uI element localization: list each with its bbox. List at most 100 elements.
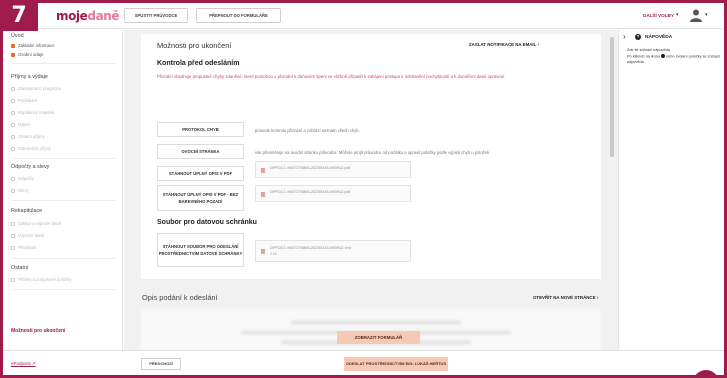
sidebar-item-employment[interactable]: Zaměstnání, prognóza bbox=[11, 86, 61, 91]
checkbox-checked-icon bbox=[11, 52, 15, 57]
checkbox-icon bbox=[11, 176, 15, 181]
checkbox-icon bbox=[11, 86, 15, 91]
chat-bubble-icon[interactable] bbox=[693, 370, 719, 375]
help-text: Zde se zobrazí nápověda bbox=[627, 48, 670, 52]
mojedane-logo[interactable]: mojedaně bbox=[56, 9, 120, 23]
checkbox-icon bbox=[11, 221, 15, 226]
checkbox-icon bbox=[11, 277, 15, 282]
download-pdf-button[interactable]: STÁHNOUT ÚPLNÝ OPIS V PDF bbox=[157, 166, 244, 181]
sidebar-section-title[interactable]: Příjmy a výdaje bbox=[11, 74, 48, 80]
pdf-file-icon bbox=[261, 168, 265, 173]
sidebar-item-finish-options[interactable]: Možnosti pro ukončení bbox=[11, 328, 65, 334]
download-databox-file-button[interactable]: STÁHNOUT SOUBOR PRO ODESLÁNÍ PROSTŘEDNIC… bbox=[157, 233, 244, 267]
sidebar-item-label: Zahraniční příjmy bbox=[18, 146, 52, 151]
checkbox-icon bbox=[11, 98, 15, 103]
divider bbox=[11, 158, 115, 159]
more-options-menu[interactable]: DALŠÍ VOLBY bbox=[643, 13, 674, 18]
top-header: mojedaně SPUSTIT PRŮVODCE PŘEPNOUT DO FO… bbox=[3, 3, 724, 29]
sidebar-item-other-income[interactable]: Ostatní příjmy bbox=[11, 134, 45, 139]
checkbox-icon bbox=[11, 134, 15, 139]
sidebar-item-rent[interactable]: Nájem bbox=[11, 122, 30, 127]
step-number-badge: 7 bbox=[0, 0, 38, 31]
checkbox-checked-icon bbox=[11, 43, 15, 48]
chevron-down-icon[interactable]: ▾ bbox=[705, 12, 708, 18]
scrollbar[interactable] bbox=[610, 37, 614, 157]
action-description: provede kontrolu přiznání a zobrazí sezn… bbox=[255, 128, 360, 133]
section-title-databox: Soubor pro datovou schránku bbox=[157, 219, 257, 226]
sidebar-item-tax-base[interactable]: Základ a výpočet daně bbox=[11, 221, 61, 226]
sidebar-item-deductions[interactable]: Odpočty bbox=[11, 176, 34, 181]
pdf-file-icon bbox=[261, 192, 265, 197]
page-title: Možnosti pro ukončení bbox=[157, 41, 232, 50]
logo-part-moje: moje bbox=[56, 9, 88, 23]
checkbox-icon bbox=[11, 110, 15, 115]
send-via-eid-button[interactable]: ODESLAT PROSTŘEDNICTVÍM EID• LUKÁŠ HEŘTU… bbox=[344, 357, 448, 371]
logo-part-dane: daně bbox=[87, 9, 120, 23]
sidebar-item-label: Osobní údaje bbox=[18, 52, 44, 57]
sidebar-section-title[interactable]: Rekapitulace bbox=[11, 208, 42, 214]
divider bbox=[11, 258, 115, 259]
sidebar-navigation: Úvod Základní informace Osobní údaje Pří… bbox=[3, 30, 123, 350]
sidebar-section-title[interactable]: Úvod bbox=[11, 33, 24, 39]
section-title-preview: Opis podání k odeslání bbox=[142, 293, 218, 302]
open-in-new-page-link[interactable]: OTEVŘÍT NA NOVÉ STRÁNCE › bbox=[533, 295, 598, 300]
sidebar-item-personal-data[interactable]: Osobní údaje bbox=[11, 52, 44, 57]
checkbox-icon bbox=[11, 233, 15, 238]
sidebar-item-label: Základ a výpočet daně bbox=[18, 221, 62, 226]
sidebar-item-label: Výpočet daně bbox=[18, 233, 45, 238]
file-link[interactable]: DPFDC1-9007270866-20230316-090912.pdf bbox=[255, 161, 411, 178]
blurred-line bbox=[291, 321, 461, 324]
help-panel: › ? NÁPOVĚDA Zde se zobrazí nápověda Po … bbox=[618, 30, 724, 350]
sidebar-item-label: Slevy bbox=[18, 188, 29, 193]
sidebar-item-label: Přeplatek bbox=[18, 245, 37, 250]
sidebar-item-label: Ostatní příjmy bbox=[18, 134, 45, 139]
epodpora-link[interactable]: ePodpora ↗ bbox=[11, 361, 36, 367]
help-dot-icon bbox=[661, 54, 665, 58]
divider bbox=[11, 63, 115, 64]
sidebar-item-label: Základní informace bbox=[18, 43, 55, 48]
finish-options-card: Možnosti pro ukončení ZASLAT NOTIFIKACE … bbox=[141, 34, 601, 279]
warning-message: Přiznání obsahuje propustné chyby zdaněn… bbox=[157, 74, 506, 79]
sidebar-item-label: Kapitálový majetek bbox=[18, 110, 55, 115]
sidebar-item-foreign-income[interactable]: Zahraniční příjmy bbox=[11, 146, 51, 151]
action-description: vás přesměruje na úvodní stránku průvodc… bbox=[255, 150, 491, 155]
checkbox-icon bbox=[11, 245, 15, 250]
sidebar-item-label: Zaměstnání, prognóza bbox=[18, 86, 61, 91]
sidebar-item-tax-calc[interactable]: Výpočet daně bbox=[11, 233, 44, 238]
file-link[interactable]: DPFDC1-9007270866-20230316-090912.xml 5 … bbox=[255, 240, 411, 262]
help-text-part: Po kliknutí na ikonu bbox=[627, 54, 660, 59]
sidebar-item-attachments[interactable]: Přílohy a podpisové doložky bbox=[11, 277, 72, 282]
start-guide-button[interactable]: SPUSTIT PRŮVODCE bbox=[124, 8, 188, 23]
file-name: DPFDC1-9007270866-20230316-090912.xml bbox=[270, 245, 351, 250]
send-email-notifications-link[interactable]: ZASLAT NOTIFIKACE NA EMAIL › bbox=[469, 42, 539, 47]
divider bbox=[11, 289, 115, 290]
chevron-right-icon[interactable]: › bbox=[623, 32, 626, 41]
intro-page-button[interactable]: OVOCNÍ STRÁNKA bbox=[157, 144, 244, 159]
xml-file-icon bbox=[261, 249, 265, 254]
sidebar-item-overpayment[interactable]: Přeplatek bbox=[11, 245, 36, 250]
sidebar-item-basic-info[interactable]: Základní informace bbox=[11, 43, 55, 48]
chevron-down-icon[interactable]: ▾ bbox=[676, 12, 679, 18]
switch-to-form-button[interactable]: PŘEPNOUT DO FORMULÁŘE bbox=[196, 8, 281, 23]
epodpora-label: ePodpora bbox=[11, 361, 31, 366]
help-text: Po kliknutí na ikonu nebo zvolení položk… bbox=[627, 54, 723, 65]
download-pdf-no-background-button[interactable]: STÁHNOUT ÚPLNÝ OPIS V PDF - BEZ BAREVNÉH… bbox=[157, 185, 244, 211]
file-size: 5 kB bbox=[270, 252, 277, 256]
show-form-button[interactable]: ZOBRAZIT FORMULÁŘ bbox=[337, 331, 420, 344]
footer-bar: ePodpora ↗ PŘEDCHOZÍ ODESLAT PROSTŘEDNIC… bbox=[3, 350, 724, 375]
sidebar-item-label: Podnikání bbox=[18, 98, 38, 103]
sidebar-item-label: Přílohy a podpisové doložky bbox=[18, 277, 72, 282]
sidebar-item-label: Odpočty bbox=[18, 176, 35, 181]
sidebar-section-title[interactable]: Odpočty a slevy bbox=[11, 164, 49, 170]
sidebar-item-business[interactable]: Podnikání bbox=[11, 98, 37, 103]
user-icon[interactable] bbox=[689, 8, 703, 22]
previous-button[interactable]: PŘEDCHOZÍ bbox=[141, 358, 181, 370]
sidebar-section-title[interactable]: Ostatní bbox=[11, 265, 28, 271]
help-info-icon: ? bbox=[635, 34, 641, 40]
app-window: mojedaně SPUSTIT PRŮVODCE PŘEPNOUT DO FO… bbox=[3, 3, 724, 375]
sidebar-item-capital[interactable]: Kapitálový majetek bbox=[11, 110, 54, 115]
error-protocol-button[interactable]: PROTOKOL CHYB bbox=[157, 122, 244, 137]
file-link[interactable]: DPFDC1-9007270866-20230316-090912.pdf bbox=[255, 185, 411, 202]
divider bbox=[11, 200, 115, 201]
sidebar-item-discounts[interactable]: Slevy bbox=[11, 188, 29, 193]
